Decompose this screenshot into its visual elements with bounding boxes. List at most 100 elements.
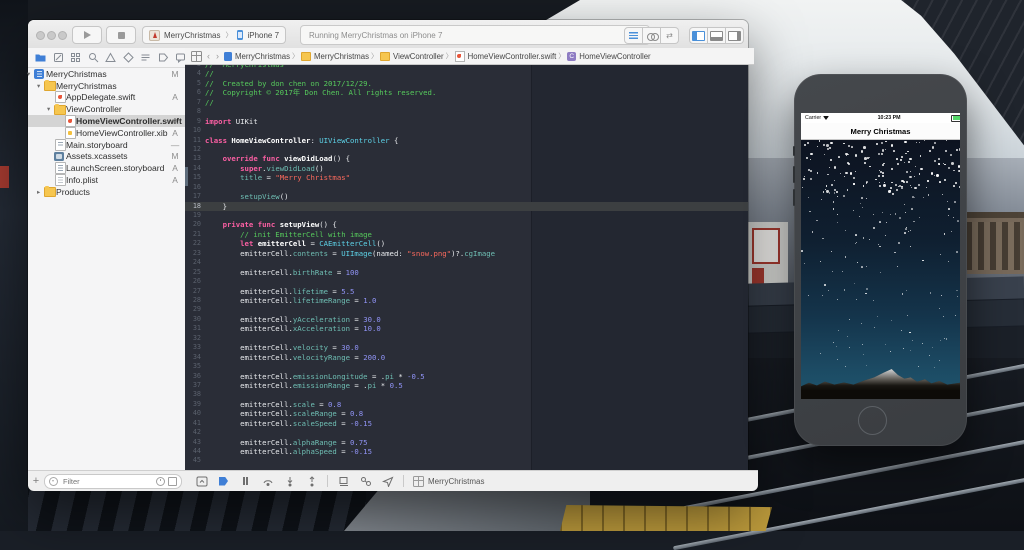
- source-control-navigator-icon[interactable]: [53, 52, 64, 63]
- disclosure-triangle[interactable]: ▾: [47, 105, 50, 113]
- snow-particle: [909, 230, 912, 232]
- navigator-row-assets-xcassets[interactable]: Assets.xcassets M: [28, 151, 185, 163]
- snow-particle: [828, 147, 831, 150]
- code-editor[interactable]: 3// MerryChristmas 4//5// Created by don …: [185, 64, 748, 470]
- assistant-editor-icon: [646, 32, 659, 41]
- stop-button[interactable]: [106, 26, 136, 44]
- navigator-row-products[interactable]: ▸ Products: [28, 186, 185, 198]
- navigator-row-merrychristmas[interactable]: ▾ MerryChristmas M: [27, 68, 185, 80]
- snow-particle: [874, 326, 876, 328]
- go-back-button[interactable]: ‹: [207, 51, 210, 61]
- snow-particle: [803, 262, 806, 265]
- breadcrumb-item[interactable]: C HomeViewController: [567, 51, 651, 61]
- navigator-row-info-plist[interactable]: Info.plist A: [28, 174, 185, 187]
- go-forward-button[interactable]: ›: [216, 51, 219, 61]
- snow-particle: [894, 183, 897, 186]
- iphone-simulator: Carrier 10:23 PM Merry Christmas: [792, 74, 967, 446]
- pause-execution-button[interactable]: [239, 476, 252, 487]
- breadcrumb-item[interactable]: MerryChristmas: [224, 51, 290, 61]
- snow-particle: [853, 183, 855, 186]
- minimize-window-button[interactable]: [47, 30, 56, 40]
- breadcrumb-item[interactable]: ViewController: [380, 51, 444, 61]
- simulate-location-button[interactable]: [381, 476, 394, 487]
- standard-editor-button[interactable]: [624, 27, 643, 44]
- breakpoint-navigator-icon[interactable]: [158, 52, 169, 63]
- navigator-row-homeviewcontroller-xib[interactable]: HomeViewController.xib A: [28, 126, 185, 139]
- related-items-icon[interactable]: [191, 50, 202, 62]
- breakpoints-toggle-button[interactable]: [217, 476, 230, 487]
- snow-particle: [944, 233, 946, 235]
- disclosure-triangle[interactable]: ▾: [27, 70, 30, 78]
- breadcrumb-separator: 〉: [371, 53, 379, 60]
- disclosure-triangle[interactable]: ▸: [37, 188, 40, 196]
- debug-navigator-icon[interactable]: [140, 52, 151, 63]
- snow-particle: [946, 201, 948, 203]
- line-number: 43: [192, 437, 201, 446]
- version-editor-button[interactable]: ⇄: [661, 27, 679, 44]
- run-button[interactable]: [72, 26, 102, 44]
- line-number: 10: [192, 126, 201, 135]
- step-into-button[interactable]: [283, 476, 296, 487]
- project-icon: [224, 51, 232, 61]
- breadcrumb-item[interactable]: MerryChristmas: [301, 51, 369, 61]
- code-line: 10: [185, 126, 748, 135]
- test-navigator-icon[interactable]: [122, 52, 134, 63]
- recent-files-icon[interactable]: [156, 476, 165, 486]
- snow-particle: [862, 237, 865, 239]
- code-line: 45: [185, 456, 748, 465]
- code-line: 44 emitterCell.alphaSpeed = -0.15: [185, 447, 748, 456]
- disclosure-triangle[interactable]: ▾: [37, 82, 40, 90]
- navigator-row-homeviewcontroller-swift[interactable]: HomeViewController.swift A: [28, 115, 185, 128]
- home-button[interactable]: [857, 406, 887, 435]
- navigator-row-launchscreen-storyboard[interactable]: LaunchScreen.storyboard A: [28, 162, 185, 175]
- line-number: 19: [192, 211, 201, 220]
- snow-particle: [911, 340, 913, 341]
- snow-particle: [910, 171, 912, 173]
- snow-particle: [862, 354, 864, 355]
- view-hierarchy-debugger-button[interactable]: [337, 476, 350, 487]
- close-window-button[interactable]: [36, 30, 45, 40]
- toggle-inspectors-button[interactable]: [726, 27, 744, 44]
- chevron-right-icon: 〉: [225, 32, 233, 39]
- debug-process-entry[interactable]: MerryChristmas: [413, 475, 484, 487]
- snow-particle: [945, 338, 948, 340]
- filter-field[interactable]: [44, 473, 182, 489]
- step-out-button[interactable]: [305, 475, 318, 487]
- symbol-navigator-icon[interactable]: [70, 52, 81, 63]
- issue-navigator-icon[interactable]: [105, 52, 116, 63]
- snow-particle: [845, 153, 848, 156]
- zoom-window-button[interactable]: [58, 30, 67, 40]
- navigator-row-viewcontroller[interactable]: ▾ ViewController: [28, 103, 185, 115]
- add-file-button[interactable]: +: [28, 475, 44, 487]
- snow-particle: [921, 343, 924, 345]
- snow-particle: [894, 213, 896, 215]
- mountains-silhouette: [801, 369, 960, 399]
- navigator-row-main-storyboard[interactable]: Main.storyboard —: [28, 138, 185, 151]
- breadcrumb-item[interactable]: HomeViewController.swift: [454, 50, 556, 62]
- snow-particle: [897, 266, 898, 268]
- source-control-status-icon[interactable]: [168, 476, 177, 486]
- snow-particle: [808, 294, 810, 296]
- assistant-editor-button[interactable]: [643, 27, 661, 44]
- hide-debug-area-button[interactable]: [195, 476, 208, 487]
- ios-status-bar: Carrier 10:23 PM: [801, 113, 960, 123]
- snow-particle: [898, 241, 901, 244]
- scheme-selector[interactable]: MerryChristmas 〉 iPhone 7: [142, 26, 287, 44]
- snow-particle: [878, 152, 881, 155]
- snow-particle: [891, 167, 894, 171]
- memory-graph-debugger-button[interactable]: [359, 476, 372, 487]
- toggle-debug-area-button[interactable]: [708, 27, 726, 44]
- toggle-navigator-button[interactable]: [689, 27, 708, 44]
- code-text: super.viewDidLoad(): [240, 163, 324, 173]
- step-over-button[interactable]: [261, 476, 274, 487]
- filter-input[interactable]: [61, 475, 153, 487]
- breadcrumb-separator: 〉: [558, 53, 566, 60]
- snow-particle: [818, 140, 821, 142]
- navigator-row-appdelegate-swift[interactable]: AppDelegate.swift A: [28, 91, 185, 104]
- project-navigator-icon[interactable]: [35, 52, 46, 63]
- find-navigator-icon[interactable]: [88, 52, 99, 63]
- simulator-screen[interactable]: Carrier 10:23 PM Merry Christmas: [801, 113, 960, 399]
- navigator-row-merrychristmas[interactable]: ▾ MerryChristmas: [28, 80, 185, 92]
- snow-particle: [879, 184, 882, 188]
- line-number: 42: [192, 428, 201, 437]
